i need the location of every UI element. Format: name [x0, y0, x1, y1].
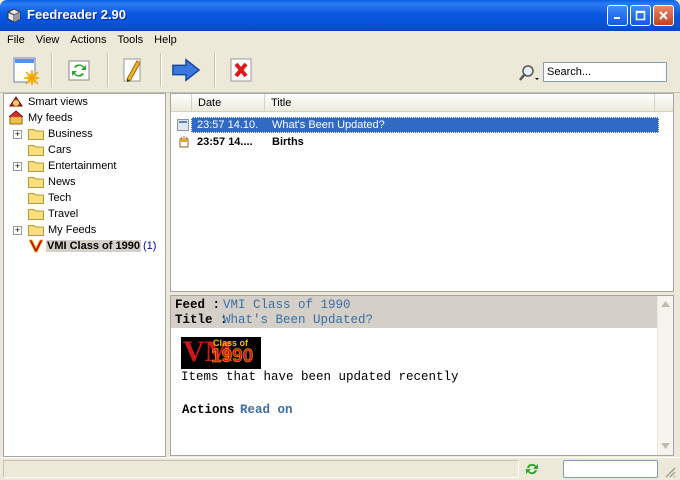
tree-item-vmi-class-of-1990[interactable]: VMI Class of 1990 (1): [28, 238, 156, 254]
menu-view[interactable]: View: [29, 31, 64, 48]
status-text-panel: [3, 460, 519, 478]
tree-item-my-feeds-folder[interactable]: My Feeds: [28, 222, 96, 238]
expand-business[interactable]: +: [13, 130, 22, 139]
tree-item-smart-views[interactable]: Smart views: [8, 94, 88, 110]
status-bar: [0, 457, 680, 480]
search-icon[interactable]: [519, 64, 541, 82]
delete-icon: [230, 58, 252, 82]
my-feeds-icon: [8, 110, 24, 125]
edit-button[interactable]: [117, 54, 147, 86]
folder-icon: [28, 193, 44, 204]
next-button[interactable]: [171, 54, 201, 86]
title-label: Title :: [175, 313, 228, 327]
tree-item-travel[interactable]: Travel: [28, 206, 78, 222]
unread-count: (1): [142, 240, 157, 252]
tree-item-business[interactable]: Business: [28, 126, 93, 142]
folder-icon: [28, 129, 44, 140]
new-feed-button[interactable]: [10, 54, 40, 86]
tree-item-cars[interactable]: Cars: [28, 142, 71, 158]
edit-icon: [123, 58, 141, 82]
list-row[interactable]: 23:57 14.10. What's Been Updated?: [174, 117, 659, 133]
feed-header: Feed : VMI Class of 1990 Title : What's …: [171, 296, 657, 328]
tree-label: Business: [48, 128, 93, 140]
new-item-icon: [179, 136, 189, 148]
row-title: What's Been Updated?: [272, 119, 385, 131]
item-list: Date Title 23:57 14.10. What's Been Upda…: [170, 93, 674, 292]
tree-label: My feeds: [28, 112, 73, 124]
menu-bar: File View Actions Tools Help: [0, 31, 680, 49]
menu-help[interactable]: Help: [147, 31, 181, 48]
resize-grip-icon[interactable]: [664, 466, 676, 478]
menu-tools[interactable]: Tools: [110, 31, 147, 48]
smart-views-icon: [9, 96, 23, 107]
feed-logo: VM Class of 1990: [181, 335, 261, 369]
search-input[interactable]: [543, 62, 667, 82]
next-arrow-icon: [172, 58, 201, 82]
vmi-feed-icon: [28, 239, 44, 253]
folder-icon: [28, 177, 44, 188]
tree-item-news[interactable]: News: [28, 174, 76, 190]
tree-label-selected: VMI Class of 1990: [46, 240, 141, 252]
selected-row-highlight: [191, 117, 659, 133]
tree-label: Tech: [48, 192, 72, 204]
progress-bar: [563, 460, 658, 478]
tree-label: Travel: [48, 208, 79, 220]
read-item-icon: [177, 119, 189, 131]
refresh-icon: [68, 60, 90, 81]
refresh-button[interactable]: [64, 54, 94, 86]
folder-icon: [28, 209, 44, 220]
read-on-link[interactable]: Read on: [240, 403, 293, 417]
close-button[interactable]: [653, 5, 674, 26]
tree-label: My Feeds: [48, 224, 97, 236]
column-icon[interactable]: [171, 94, 192, 112]
row-date: 23:57 14....: [197, 136, 253, 148]
maximize-button[interactable]: [630, 5, 651, 26]
tree-label: Entertainment: [48, 160, 117, 172]
feed-tree: Smart views My feeds + Business Cars + E…: [3, 93, 166, 457]
expand-my-feeds-folder[interactable]: +: [13, 226, 22, 235]
item-description: Items that have been updated recently: [181, 370, 459, 384]
tree-item-tech[interactable]: Tech: [28, 190, 71, 206]
list-header: Date Title: [171, 94, 673, 112]
expand-entertainment[interactable]: +: [13, 162, 22, 171]
tree-label: Cars: [48, 144, 72, 156]
feed-label: Feed :: [175, 298, 221, 312]
content-scrollbar[interactable]: [657, 296, 673, 455]
list-row[interactable]: 23:57 14.... Births: [174, 134, 656, 150]
column-title[interactable]: Title: [265, 94, 655, 112]
minimize-button[interactable]: [607, 5, 628, 26]
tree-label: Smart views: [28, 96, 88, 108]
title-bar: Feedreader 2.90: [0, 0, 680, 31]
menu-actions[interactable]: Actions: [63, 31, 110, 48]
delete-button[interactable]: [226, 54, 256, 86]
new-feed-icon: [13, 57, 39, 85]
row-title: Births: [272, 136, 304, 148]
title-link[interactable]: What's Been Updated?: [223, 313, 373, 327]
content-pane: Feed : VMI Class of 1990 Title : What's …: [170, 295, 674, 456]
feed-link[interactable]: VMI Class of 1990: [223, 298, 351, 312]
actions-label: Actions: [182, 403, 235, 417]
logo-year: 1990: [211, 346, 254, 367]
window-title: Feedreader 2.90: [27, 7, 127, 22]
menu-file[interactable]: File: [0, 31, 29, 48]
tree-label: News: [48, 176, 76, 188]
app-icon: [6, 7, 22, 23]
column-date[interactable]: Date: [192, 94, 265, 112]
row-date: 23:57 14.10.: [197, 119, 259, 131]
folder-icon: [28, 161, 44, 172]
scroll-down-icon[interactable]: [661, 443, 670, 449]
folder-icon: [28, 145, 44, 156]
sync-status-icon: [526, 463, 538, 475]
folder-icon: [28, 225, 44, 236]
tree-item-my-feeds[interactable]: My feeds: [8, 110, 73, 126]
scroll-up-icon[interactable]: [661, 301, 670, 307]
tree-item-entertainment[interactable]: Entertainment: [28, 158, 116, 174]
